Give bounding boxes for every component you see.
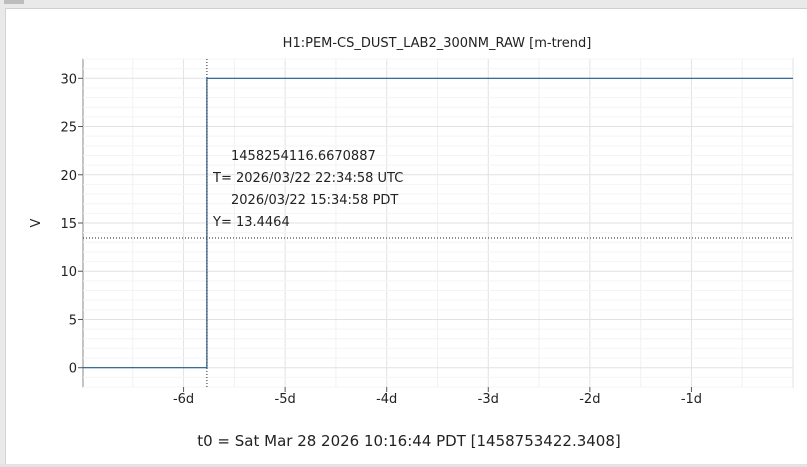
- x-tick-label: -6d: [173, 392, 194, 407]
- y-tick-label: 20: [60, 169, 77, 184]
- x-tick-label: -2d: [579, 392, 600, 407]
- y-tick-label: 25: [60, 121, 77, 136]
- cursor-y-value: Y= 13.4464: [212, 215, 290, 230]
- cursor-utc-time: T= 2026/03/22 22:34:58 UTC: [212, 171, 403, 186]
- y-tick-label: 10: [60, 265, 77, 280]
- x-tick-label: -4d: [376, 392, 397, 407]
- y-tick-label: 30: [60, 72, 77, 87]
- y-tick-label: 15: [60, 217, 77, 232]
- y-axis-label: V: [29, 218, 44, 227]
- cursor-pdt-time: 2026/03/22 15:34:58 PDT: [231, 193, 398, 208]
- trend-plot[interactable]: -6d -5d -4d -3d -2d -1d 0 5 10 15 20 25 30 H1:PEM-CS…: [0, 0, 807, 467]
- x-tick-label: -5d: [275, 392, 296, 407]
- y-tick-label: 0: [69, 362, 77, 377]
- y-tick-label: 5: [69, 313, 77, 328]
- cursor-gps-time: 1458254116.6670887: [231, 149, 376, 164]
- x-tick-label: -3d: [478, 392, 499, 407]
- t0-reference-label: t0 = Sat Mar 28 2026 10:16:44 PDT [14587…: [197, 432, 621, 450]
- chart-title: H1:PEM-CS_DUST_LAB2_300NM_RAW [m-trend]: [283, 36, 592, 51]
- x-tick-label: -1d: [681, 392, 702, 407]
